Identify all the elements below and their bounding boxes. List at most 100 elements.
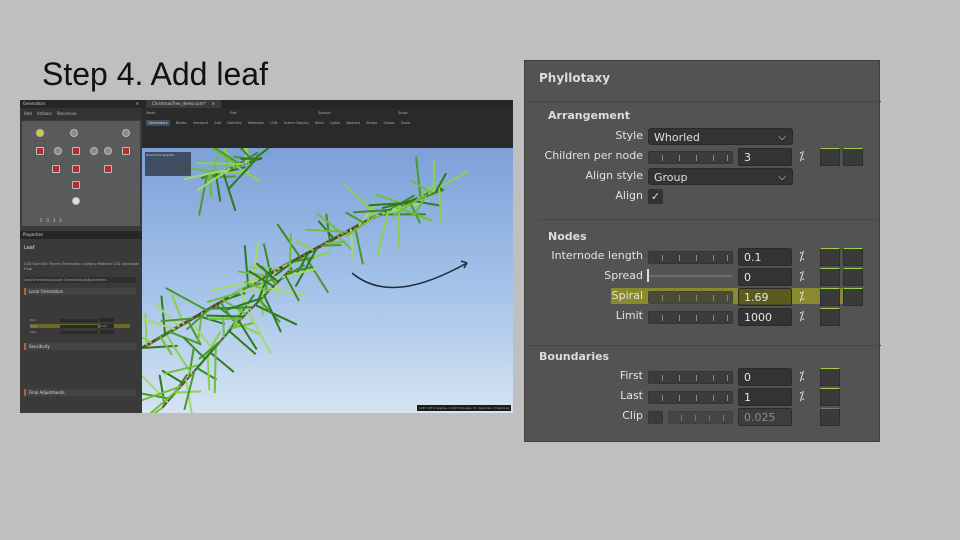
visibility-button[interactable]: Visibility [227,121,242,125]
pine-needle [263,294,282,333]
tool-add[interactable]: Add [24,111,32,116]
row-slider[interactable] [60,319,98,322]
spread-slider[interactable] [648,275,733,277]
curve-graph-box[interactable] [820,288,840,306]
percent-random-icon[interactable]: ⁒ [799,369,804,383]
shows-button[interactable]: Shows [383,121,394,125]
curve-graph-box[interactable] [843,268,863,286]
curve-graph-box[interactable] [820,408,840,426]
children-slider[interactable] [648,151,733,164]
graph-node[interactable] [90,147,98,155]
leaf-node[interactable] [72,197,80,205]
spread-field[interactable]: 0 [738,268,792,286]
close-icon[interactable]: ✕ [136,100,139,108]
tree-node[interactable] [36,129,44,137]
graph-node[interactable] [70,129,78,137]
row-value[interactable]: 0.00 [100,324,114,328]
graph-node[interactable] [104,165,112,173]
graph-node[interactable] [36,147,44,155]
clip-toggle[interactable] [648,411,663,424]
graph-node[interactable] [72,181,80,189]
section-sensitivity[interactable]: Sensitivity [24,343,136,350]
divider [525,101,881,102]
toolbar-buttons: Generators Nodes Interpret Add Visibilit… [146,120,415,126]
lights-button[interactable]: Lights [330,121,341,125]
limit-field[interactable]: 1000 [738,308,792,326]
curve-graph-box[interactable] [820,268,840,286]
graph-node[interactable] [122,147,130,155]
last-label: Last [620,389,643,402]
nearest-button[interactable]: Nearest [346,121,360,125]
first-field[interactable]: 0 [738,368,792,386]
interpret-button[interactable]: Interpret [193,121,208,125]
curve-graph-box[interactable] [843,288,863,306]
property-row-highlighted[interactable]: Align 0.00 [30,324,130,328]
percent-random-icon[interactable]: ⁒ [799,389,804,403]
last-field[interactable]: 1 [738,388,792,406]
tool-actions[interactable]: Actions [37,111,52,116]
row-slider[interactable] [60,331,98,334]
nodes-mode-button[interactable]: Nodes [176,121,187,125]
curve-graph-box[interactable] [820,368,840,386]
graph-node[interactable] [54,147,62,155]
curve-graph-box[interactable] [843,148,863,166]
row-value[interactable] [100,318,114,322]
curve-graph-box[interactable] [820,388,840,406]
graph-node[interactable] [104,147,112,155]
wind-button[interactable]: Wind [315,121,324,125]
percent-random-icon[interactable]: ⁒ [799,249,804,263]
children-per-node-field[interactable]: 3 [738,148,792,166]
align-checkbox[interactable]: ✓ [648,189,663,204]
row-slider[interactable] [60,325,98,328]
curve-graph-box[interactable] [843,248,863,266]
limit-slider[interactable] [648,311,733,324]
graph-node[interactable] [52,165,60,173]
property-row[interactable]: Yaw [30,330,130,334]
app-screenshot: Generators ✕ Add Actions Recursive 5 0 3… [20,100,513,413]
first-slider[interactable] [648,371,733,384]
spiral-slider[interactable] [648,291,733,304]
graph-node[interactable] [122,129,130,137]
pine-needle [345,215,376,237]
pine-needle [410,179,433,194]
percent-random-icon[interactable]: ⁒ [799,269,804,283]
percent-random-icon[interactable]: ⁒ [799,309,804,323]
curve-graph-box[interactable] [820,248,840,266]
lod-button[interactable]: LOD [270,121,277,125]
property-tabs[interactable]: LOD Size Skin Forces Orientation Lightin… [24,262,140,272]
graph-node[interactable] [72,147,80,155]
pine-needle [295,240,314,252]
done-button[interactable]: Done [401,121,410,125]
pine-needle [354,226,364,265]
property-row[interactable]: Roll [30,318,130,322]
shows-button[interactable]: Shows [366,121,377,125]
row-value[interactable] [100,330,114,334]
curve-graph-box[interactable] [820,148,840,166]
style-select[interactable]: Whorled ⌵ [648,128,793,145]
document-tab[interactable]: ChristmasTree_demo.spm* ✕ [146,100,221,108]
pine-needle [155,303,180,328]
clip-slider[interactable] [668,411,733,424]
materials-button[interactable]: Materials [248,121,264,125]
tool-recursive[interactable]: Recursive [57,111,76,116]
last-slider[interactable] [648,391,733,404]
align-style-select[interactable]: Group ⌵ [648,168,793,185]
section-final-adjustments[interactable]: Final Adjustments [24,389,136,396]
spread-slider-handle[interactable] [647,269,649,282]
3d-viewport[interactable]: Wireframe Shaded LOD: 3/3 triangles, 1,0… [142,148,513,413]
graph-node[interactable] [72,165,80,173]
percent-random-icon[interactable]: ⁒ [799,289,804,303]
curve-graph-box[interactable] [820,308,840,326]
internode-length-slider[interactable] [648,251,733,264]
internode-length-field[interactable]: 0.1 [738,248,792,266]
generators-mode-button[interactable]: Generators [146,120,170,126]
scene-objects-button[interactable]: Scene Objects [284,121,309,125]
generator-graph[interactable] [22,121,140,226]
percent-random-icon[interactable]: ⁒ [799,149,804,163]
arrow-annotation [351,262,468,289]
spiral-field[interactable]: 1.69 [738,288,792,306]
add-button[interactable]: Add [214,121,221,125]
section-local-orientation[interactable]: Local Orientation [24,288,136,295]
close-icon[interactable]: ✕ [212,101,215,106]
clip-field[interactable]: 0.025 [738,408,792,426]
